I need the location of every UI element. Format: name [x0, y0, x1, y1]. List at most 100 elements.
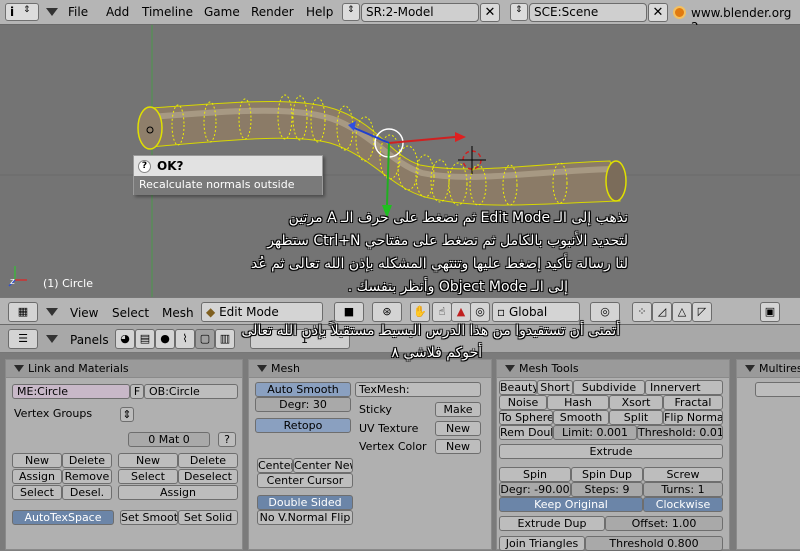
autotexspace-toggle[interactable]: AutoTexSpace [12, 510, 114, 525]
render-preview-button[interactable]: ▣ [760, 302, 780, 322]
edge-select-button[interactable]: ◿ [652, 302, 672, 322]
editing-context-button[interactable]: ▢ [195, 329, 215, 349]
material-index-field[interactable]: 0 Mat 0 [128, 432, 210, 447]
keep-original-toggle[interactable]: Keep Original [499, 497, 643, 512]
logic-context-button[interactable]: ◕ [115, 329, 135, 349]
rem-doubles-button[interactable]: Rem Doubl [499, 425, 553, 440]
set-smooth-button[interactable]: Set Smooth [120, 510, 178, 525]
menu-view[interactable]: View [70, 306, 98, 320]
center-cursor-button[interactable]: Center Cursor [257, 473, 353, 488]
spin-degr-field[interactable]: Degr: -90.00 [499, 482, 571, 497]
mode-select[interactable]: ◆ Edit Mode [201, 302, 323, 322]
scene-name-field[interactable]: SCE:Scene [529, 3, 647, 22]
vg-assign-button[interactable]: Assign [12, 469, 62, 484]
menu-add[interactable]: Add [106, 5, 129, 19]
menu-help[interactable]: Help [306, 5, 333, 19]
threshold-field[interactable]: Threshold: 0.010 [637, 425, 723, 440]
panels-menu[interactable]: Panels [70, 333, 109, 347]
vertex-groups-browse[interactable]: ⇕ [120, 407, 134, 422]
translate-button[interactable]: ☝ [432, 302, 452, 322]
face-select-button[interactable]: △ [672, 302, 692, 322]
link-materials-title[interactable]: Link and Materials [6, 360, 242, 378]
rotate-button[interactable]: ▲ [451, 302, 471, 322]
collapse-menu-icon[interactable] [46, 308, 58, 316]
auto-smooth-toggle[interactable]: Auto Smooth [255, 382, 351, 397]
window-type-button[interactable]: i ⇕ [5, 3, 39, 21]
object-context-button[interactable]: ⌇ [175, 329, 195, 349]
3d-viewport[interactable]: ? OK? Recalculate normals outside نذهب إ… [0, 25, 800, 297]
editor-type-button[interactable]: ☰ [8, 329, 38, 349]
delete-scene-button[interactable]: ✕ [648, 3, 668, 22]
vertex-select-button[interactable]: ⁘ [632, 302, 652, 322]
menu-timeline[interactable]: Timeline [142, 5, 193, 19]
join-threshold-field[interactable]: Threshold 0.800 [585, 536, 723, 551]
menu-game[interactable]: Game [204, 5, 240, 19]
xsort-button[interactable]: Xsort [609, 395, 663, 410]
vg-delete-button[interactable]: Delete [62, 453, 112, 468]
menu-mesh[interactable]: Mesh [162, 306, 194, 320]
mat-select-button[interactable]: Select [118, 469, 178, 484]
occlude-button[interactable]: ◸ [692, 302, 712, 322]
vg-remove-button[interactable]: Remove [62, 469, 112, 484]
join-triangles-button[interactable]: Join Triangles [499, 536, 585, 551]
screen-browse-button[interactable]: ⇕ [342, 3, 360, 21]
vg-new-button[interactable]: New [12, 453, 62, 468]
multires-title[interactable]: Multires [737, 360, 800, 378]
sticky-make-button[interactable]: Make [435, 402, 481, 417]
delete-screen-button[interactable]: ✕ [480, 3, 500, 22]
double-sided-toggle[interactable]: Double Sided [257, 495, 353, 510]
scene-context-button[interactable]: ▥ [215, 329, 235, 349]
short-toggle[interactable]: Short [537, 380, 573, 395]
subdivide-button[interactable]: Subdivide [573, 380, 645, 395]
pivot-select[interactable]: ⊛ [372, 302, 402, 322]
center-button[interactable]: Center [257, 458, 293, 473]
limit-field[interactable]: Limit: 0.001 [553, 425, 637, 440]
manipulator-toggle[interactable]: ✋ [410, 302, 430, 322]
turns-field[interactable]: Turns: 1 [643, 482, 723, 497]
texmesh-field[interactable]: TexMesh: [355, 382, 481, 397]
menu-select[interactable]: Select [112, 306, 149, 320]
innervert-select[interactable]: Innervert [645, 380, 723, 395]
scale-button[interactable]: ◎ [470, 302, 490, 322]
split-button[interactable]: Split [609, 410, 663, 425]
mat-assign-button[interactable]: Assign [118, 485, 238, 500]
menu-file[interactable]: File [68, 5, 88, 19]
spin-button[interactable]: Spin [499, 467, 571, 482]
collapse-menu-icon[interactable] [46, 8, 58, 16]
mat-deselect-button[interactable]: Deselect [178, 469, 238, 484]
extrude-button[interactable]: Extrude [499, 444, 723, 459]
steps-field[interactable]: Steps: 9 [571, 482, 643, 497]
mesh-tools-title[interactable]: Mesh Tools [497, 360, 729, 378]
collapse-menu-icon[interactable] [46, 335, 58, 343]
recalculate-normals-option[interactable]: Recalculate normals outside [134, 176, 322, 195]
smooth-button[interactable]: Smooth [553, 410, 609, 425]
mesh-name-field[interactable]: ME:Circle [12, 384, 130, 399]
scene-browse-button[interactable]: ⇕ [510, 3, 528, 21]
set-solid-button[interactable]: Set Solid [178, 510, 238, 525]
no-vnormal-flip-toggle[interactable]: No V.Normal Flip [257, 510, 353, 525]
spin-dup-button[interactable]: Spin Dup [571, 467, 643, 482]
to-sphere-button[interactable]: To Sphere [499, 410, 553, 425]
offset-field[interactable]: Offset: 1.00 [605, 516, 723, 531]
beauty-toggle[interactable]: Beauty [499, 380, 537, 395]
shading-context-button[interactable]: ● [155, 329, 175, 349]
material-help-button[interactable]: ? [218, 432, 236, 447]
center-new-button[interactable]: Center New [293, 458, 353, 473]
extrude-dup-button[interactable]: Extrude Dup [499, 516, 605, 531]
vg-deselect-button[interactable]: Desel. [62, 485, 112, 500]
screw-button[interactable]: Screw [643, 467, 723, 482]
noise-button[interactable]: Noise [499, 395, 547, 410]
mat-new-button[interactable]: New [118, 453, 178, 468]
object-name-field[interactable]: OB:Circle [144, 384, 238, 399]
vg-select-button[interactable]: Select [12, 485, 62, 500]
vertex-color-new-button[interactable]: New [435, 439, 481, 454]
mesh-panel-title[interactable]: Mesh [249, 360, 491, 378]
clockwise-toggle[interactable]: Clockwise [643, 497, 723, 512]
hash-button[interactable]: Hash [547, 395, 609, 410]
proportional-edit-select[interactable]: ◎ [590, 302, 620, 322]
fractal-button[interactable]: Fractal [663, 395, 723, 410]
multires-add-button[interactable] [755, 382, 800, 397]
orientation-select[interactable]: ▫ Global [492, 302, 580, 322]
auto-smooth-degr-field[interactable]: Degr: 30 [255, 397, 351, 412]
script-context-button[interactable]: ▤ [135, 329, 155, 349]
